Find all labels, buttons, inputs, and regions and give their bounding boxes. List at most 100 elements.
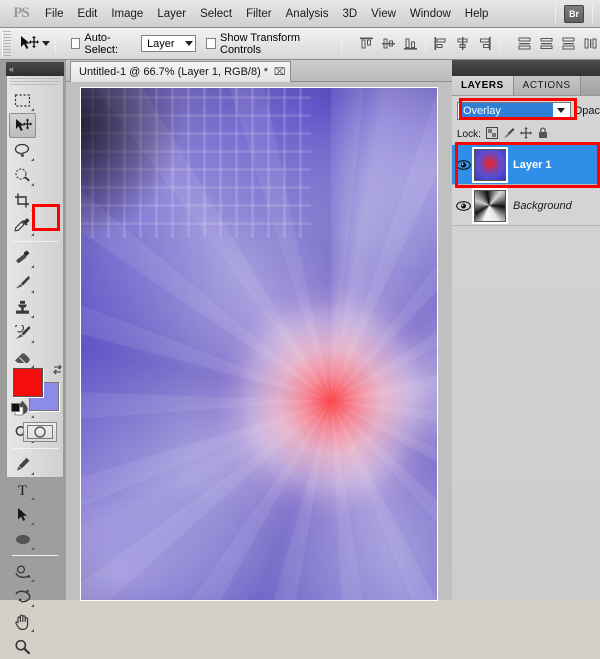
menu-layer[interactable]: Layer — [150, 4, 193, 24]
hand-tool[interactable] — [9, 609, 36, 634]
move-tool-icon — [20, 35, 39, 49]
eraser-tool[interactable] — [9, 345, 36, 370]
tab-actions[interactable]: ACTIONS — [513, 76, 581, 95]
chevron-down-icon — [184, 41, 193, 46]
historybrush-flyout-icon — [31, 337, 34, 343]
lasso-tool[interactable] — [9, 138, 36, 163]
menu-edit[interactable]: Edit — [71, 4, 105, 24]
lock-transparent-pixels-icon[interactable] — [485, 126, 498, 142]
close-icon[interactable]: ⌧ — [274, 67, 286, 78]
history-brush-tool[interactable] — [9, 320, 36, 345]
brush-tool[interactable] — [9, 270, 36, 295]
menu-3d[interactable]: 3D — [335, 4, 364, 24]
menu-divider — [555, 4, 556, 23]
3d-orbit-tool[interactable] — [9, 584, 36, 609]
quick-mask-button[interactable] — [23, 422, 57, 442]
opacity-label: Opac — [573, 104, 600, 117]
menu-bar-right-group: Br — [550, 4, 600, 23]
layer-thumbnail[interactable] — [474, 189, 506, 222]
quick-selection-tool[interactable] — [9, 163, 36, 188]
menu-help[interactable]: Help — [458, 4, 496, 24]
crop-tool[interactable] — [9, 188, 36, 213]
photoshop-logo: PS — [13, 5, 30, 21]
align-top-edges-icon[interactable] — [357, 34, 376, 53]
lock-position-icon[interactable] — [519, 126, 532, 142]
right-panel-dock: LAYERS ACTIONS Overlay Opac Lock: Layer … — [452, 60, 600, 600]
tools-collapse-button[interactable]: « — [6, 62, 64, 76]
rectangular-marquee-tool[interactable] — [9, 88, 36, 113]
align-left-edges-icon[interactable] — [431, 34, 450, 53]
eyedropper-tool[interactable] — [9, 213, 36, 238]
swap-colors-icon[interactable] — [52, 364, 63, 378]
layer-visibility-toggle[interactable] — [452, 159, 474, 171]
swirl-highlight-overlay — [81, 88, 437, 600]
pen-tool[interactable] — [9, 452, 36, 477]
panel-dock-header[interactable] — [452, 60, 600, 76]
layers-panel-body: Overlay Opac Lock: Layer 1 Background — [452, 95, 600, 600]
blend-mode-dropdown[interactable]: Overlay — [457, 101, 571, 120]
options-bar: Auto-Select: Layer Show Transform Contro… — [0, 28, 600, 60]
align-horizontal-centers-icon[interactable] — [453, 34, 472, 53]
tools-drag-grip[interactable] — [10, 78, 60, 85]
canvas-viewport[interactable] — [66, 82, 452, 600]
document-tab-strip: Untitled-1 @ 66.7% (Layer 1, RGB/8) * ⌧ — [66, 60, 452, 82]
menu-image[interactable]: Image — [104, 4, 150, 24]
foreground-color-swatch[interactable] — [13, 368, 43, 397]
layer-row-layer-1[interactable]: Layer 1 — [452, 145, 600, 185]
distribute-left-edges-icon[interactable] — [581, 34, 600, 53]
clone-stamp-tool[interactable] — [9, 295, 36, 320]
bridge-button[interactable]: Br — [564, 4, 584, 23]
image-canvas[interactable] — [81, 88, 437, 600]
menu-view[interactable]: View — [364, 4, 403, 24]
tools-panel: « T — [0, 60, 66, 654]
heal-flyout-icon — [31, 262, 34, 268]
tab-layers[interactable]: LAYERS — [452, 76, 514, 95]
layer-thumbnail[interactable] — [474, 148, 506, 181]
swirl-artwork — [81, 88, 437, 600]
layer-name[interactable]: Layer 1 — [513, 159, 552, 171]
lasso-flyout-icon — [31, 155, 34, 161]
tool-preset-caret-icon[interactable] — [41, 41, 50, 46]
active-tool-preview[interactable] — [19, 35, 50, 53]
auto-select-checkbox[interactable] — [70, 38, 81, 49]
default-colors-icon[interactable] — [11, 403, 24, 416]
distribute-bottom-edges-icon[interactable] — [559, 34, 578, 53]
align-bottom-edges-icon[interactable] — [401, 34, 420, 53]
path-selection-tool[interactable] — [9, 502, 36, 527]
menu-window[interactable]: Window — [403, 4, 458, 24]
move-tool[interactable] — [9, 113, 36, 138]
document-tab[interactable]: Untitled-1 @ 66.7% (Layer 1, RGB/8) * ⌧ — [70, 61, 292, 82]
blur-flyout-icon — [31, 412, 34, 418]
lock-all-icon[interactable] — [537, 126, 549, 142]
3d-rotate-tool[interactable] — [9, 559, 36, 584]
menu-filter[interactable]: Filter — [239, 4, 279, 24]
menu-analysis[interactable]: Analysis — [279, 4, 336, 24]
color-swatches — [11, 364, 62, 416]
layer-row-background[interactable]: Background — [452, 186, 600, 226]
eyedropper-flyout-icon — [31, 230, 34, 236]
menu-select[interactable]: Select — [193, 4, 239, 24]
distribute-vertical-centers-icon[interactable] — [537, 34, 556, 53]
horizontal-type-tool[interactable]: T — [9, 477, 36, 502]
menu-bar: PS File Edit Image Layer Select Filter A… — [0, 0, 600, 28]
lock-row: Lock: — [452, 125, 600, 143]
lock-image-pixels-icon[interactable] — [503, 127, 515, 142]
pen-flyout-icon — [31, 469, 34, 475]
marquee-flyout-icon — [31, 105, 34, 111]
options-bar-grip[interactable] — [2, 30, 11, 57]
zoom-tool[interactable] — [9, 634, 36, 659]
spot-healing-brush-tool[interactable] — [9, 245, 36, 270]
show-transform-checkbox[interactable] — [205, 38, 216, 49]
menu-file[interactable]: File — [38, 4, 71, 24]
distribute-top-edges-icon[interactable] — [515, 34, 534, 53]
align-right-edges-icon[interactable] — [475, 34, 494, 53]
photoshop-window: PS File Edit Image Layer Select Filter A… — [0, 0, 600, 654]
auto-select-target-dropdown[interactable]: Layer — [141, 35, 196, 52]
document-tab-title: Untitled-1 @ 66.7% (Layer 1, RGB/8) * — [79, 66, 269, 78]
align-vertical-centers-icon[interactable] — [379, 34, 398, 53]
layer-name[interactable]: Background — [513, 200, 572, 212]
ellipse-tool[interactable] — [9, 527, 36, 552]
rotate3d-flyout-icon — [31, 576, 34, 582]
layer-visibility-toggle[interactable] — [452, 200, 474, 212]
chevron-down-icon[interactable] — [554, 108, 569, 113]
